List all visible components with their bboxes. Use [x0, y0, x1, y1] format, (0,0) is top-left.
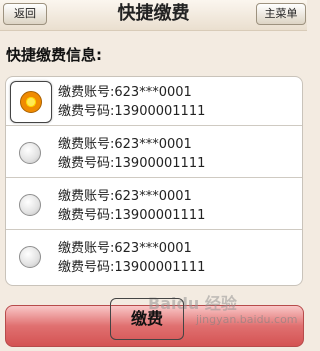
radio-unselected-icon: [19, 246, 41, 268]
phone-value: 13900001111: [114, 156, 206, 171]
main-menu-button[interactable]: 主菜单: [256, 3, 306, 25]
phone-label: 缴费号码:: [58, 104, 115, 119]
account-label: 缴费账号:: [58, 241, 115, 256]
phone-line: 缴费号码:13900001111: [58, 103, 205, 121]
account-label: 缴费账号:: [58, 85, 115, 100]
account-value: 623***0001: [114, 189, 192, 204]
account-value: 623***0001: [114, 137, 192, 152]
phone-label: 缴费号码:: [58, 156, 115, 171]
account-value: 623***0001: [114, 241, 192, 256]
radio-unselected-icon: [19, 142, 41, 164]
phone-line: 缴费号码:13900001111: [58, 155, 205, 173]
phone-line: 缴费号码:13900001111: [58, 259, 205, 277]
account-line: 缴费账号:623***0001: [58, 136, 192, 154]
payment-record-row[interactable]: 缴费账号:623***0001 缴费号码:13900001111: [6, 181, 302, 230]
watermark-url: jingyan.baidu.com: [196, 313, 298, 326]
phone-value: 13900001111: [114, 260, 206, 275]
radio-button[interactable]: [12, 187, 48, 223]
section-title: 快捷缴费信息:: [6, 46, 102, 64]
account-label: 缴费账号:: [58, 189, 115, 204]
payment-records-list: 缴费账号:623***0001 缴费号码:13900001111 缴费账号:62…: [5, 76, 303, 286]
radio-button[interactable]: [10, 81, 52, 123]
payment-record-row[interactable]: 缴费账号:623***0001 缴费号码:13900001111: [6, 129, 302, 178]
radio-button[interactable]: [12, 135, 48, 171]
account-line: 缴费账号:623***0001: [58, 188, 192, 206]
account-label: 缴费账号:: [58, 137, 115, 152]
phone-label: 缴费号码:: [58, 208, 115, 223]
pay-button[interactable]: 缴费: [110, 298, 184, 340]
title-bar: 返回 快捷缴费 主菜单: [0, 0, 307, 31]
payment-record-row[interactable]: 缴费账号:623***0001 缴费号码:13900001111: [6, 233, 302, 281]
phone-label: 缴费号码:: [58, 260, 115, 275]
phone-line: 缴费号码:13900001111: [58, 207, 205, 225]
phone-value: 13900001111: [114, 208, 206, 223]
payment-record-row[interactable]: 缴费账号:623***0001 缴费号码:13900001111: [6, 77, 302, 126]
radio-button[interactable]: [12, 239, 48, 275]
account-value: 623***0001: [114, 85, 192, 100]
radio-selected-icon: [20, 91, 42, 113]
phone-value: 13900001111: [114, 104, 206, 119]
account-line: 缴费账号:623***0001: [58, 240, 192, 258]
radio-unselected-icon: [19, 194, 41, 216]
account-line: 缴费账号:623***0001: [58, 84, 192, 102]
